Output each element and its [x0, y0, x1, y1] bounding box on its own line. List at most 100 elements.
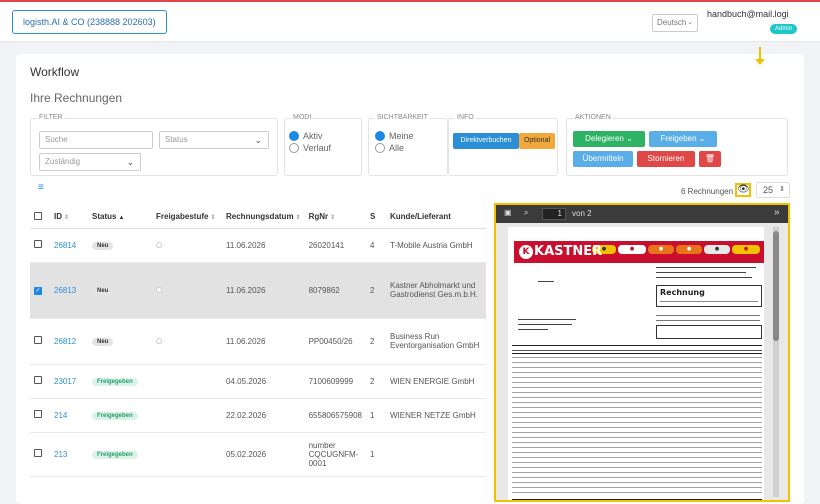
delegieren-button[interactable]: Delegieren ⌄ [573, 131, 645, 147]
row-status: Freigegeben [88, 364, 152, 399]
delete-button[interactable]: 🗑 [699, 151, 721, 167]
invoice-table: ID ⇕ Status ▲ Freigabestufe ⇕ Rechnungsdatu… [30, 206, 486, 477]
row-freigabestufe[interactable] [152, 262, 222, 319]
table-row[interactable]: 23017 Freigegeben 04.05.2026 7100609999 … [30, 364, 486, 399]
modi-group: MODI Aktiv Verlauf [284, 114, 362, 176]
direktverbuchen-badge: Direktverbuchen [453, 133, 519, 149]
row-id-link[interactable]: 214 [50, 398, 88, 433]
radio-unchecked-icon [289, 143, 299, 153]
row-checkbox[interactable] [30, 398, 50, 433]
row-id-link[interactable]: 23017 [50, 364, 88, 399]
checkbox-icon [34, 336, 42, 344]
column-header-kunde[interactable]: Kunde/Lieferant [385, 206, 486, 229]
column-header-s[interactable]: S [365, 206, 386, 229]
radio-alle[interactable]: Alle [375, 143, 404, 153]
chevron-down-icon: ⌄ [126, 157, 134, 167]
zustaendig-select[interactable]: Zuständig ⌄ [39, 153, 141, 171]
row-checkbox[interactable] [30, 432, 50, 477]
page-title: Workflow [30, 65, 80, 79]
radio-label: Aktiv [303, 131, 323, 141]
radio-verlauf[interactable]: Verlauf [289, 143, 331, 153]
per-page-select[interactable]: 25 ⇕ [756, 182, 790, 198]
status-badge: Neu [92, 338, 114, 346]
row-rgnr: 655806575908 [304, 398, 366, 433]
row-kunde [385, 432, 486, 477]
status-select[interactable]: Status ⌄ [159, 131, 269, 149]
row-checkbox[interactable]: ✓ [30, 262, 50, 319]
radio-meine[interactable]: Meine [375, 131, 414, 141]
sidebar-toggle-icon[interactable]: ▣ [504, 208, 512, 217]
invoice-count: 6 Rechnungen [681, 187, 734, 196]
select-all-header[interactable] [30, 206, 50, 229]
scrollbar-thumb[interactable] [773, 231, 779, 341]
user-email[interactable]: handbuch@mail.logi [707, 9, 789, 19]
radio-checked-icon [289, 131, 299, 141]
pdf-page: ● ● ● ● ● ● K KASTNER Rechnung [508, 227, 764, 500]
annotation-arrow-line [759, 47, 761, 59]
per-page-value: 25 [763, 185, 774, 195]
search-icon[interactable]: ⌕ [524, 208, 528, 218]
checkbox-icon [34, 410, 42, 418]
row-freigabestufe[interactable] [152, 228, 222, 263]
column-menu-icon[interactable]: ≡ [38, 182, 44, 193]
language-value: Deutsch [657, 18, 687, 27]
text-line [656, 272, 746, 273]
checkbox-icon [34, 211, 42, 220]
company-selector-button[interactable]: logisth.AI & CO (238888 202603) [12, 10, 167, 34]
row-id-link[interactable]: 26814 [50, 228, 88, 263]
text-line [660, 301, 758, 302]
row-kunde: WIENER NETZE GmbH [385, 398, 486, 433]
freigeben-button[interactable]: Freigeben ⌄ [649, 131, 717, 147]
table-row[interactable]: 213 Freigegeben 05.02.2026 number CQCUGN… [30, 432, 486, 477]
radio-aktiv[interactable]: Aktiv [289, 131, 323, 141]
status-placeholder: Status [165, 135, 188, 144]
chevron-down-icon: ⌄ [626, 134, 633, 143]
role-badge: Admin [770, 24, 798, 34]
top-bar: logisth.AI & CO (238888 202603) Deutsch … [0, 0, 820, 42]
row-s: 1 [365, 432, 386, 477]
stornieren-button[interactable]: Stornieren [637, 151, 695, 167]
row-checkbox[interactable] [30, 318, 50, 365]
partner-logo: ● [676, 245, 702, 254]
language-select[interactable]: Deutsch ⌄ [652, 14, 698, 32]
row-freigabestufe[interactable] [152, 318, 222, 365]
radio-unchecked-icon [156, 241, 162, 248]
table-row[interactable]: 26814 Neu 11.06.2026 26020141 4 T-Mobile… [30, 228, 486, 263]
text-line [656, 267, 756, 268]
status-badge: Neu [92, 287, 114, 295]
table-row[interactable]: 26812 Neu 11.06.2026 PP00450/26 2 Busine… [30, 318, 486, 365]
column-header-id[interactable]: ID ⇕ [50, 206, 88, 229]
row-id-link[interactable]: 26813 [50, 262, 88, 319]
pdf-scrollbar[interactable] [773, 227, 779, 497]
column-header-status[interactable]: Status ▲ [88, 206, 152, 229]
table-row[interactable]: ✓ 26813 Neu 11.06.2026 8079862 2 Kastner… [30, 262, 486, 319]
row-id-link[interactable]: 26812 [50, 318, 88, 365]
row-s: 2 [365, 318, 386, 365]
modi-legend: MODI [291, 114, 314, 121]
column-header-rgnr[interactable]: RgNr ⇕ [304, 206, 366, 229]
info-legend: INFO [455, 114, 476, 121]
row-s: 2 [365, 364, 386, 399]
row-s: 1 [365, 398, 386, 433]
row-rgnr: 8079862 [304, 262, 366, 319]
more-tools-icon[interactable]: » [774, 207, 780, 218]
address-line [518, 319, 576, 320]
table-row[interactable]: 214 Freigegeben 22.02.2026 655806575908 … [30, 398, 486, 433]
page-number-input[interactable]: 1 [542, 208, 566, 220]
column-header-rechnungsdatum[interactable]: Rechnungsdatum ⇕ [222, 206, 305, 229]
row-id-link[interactable]: 213 [50, 432, 88, 477]
aktionen-group: AKTIONEN Delegieren ⌄ Freigeben ⌄ Übermi… [566, 114, 788, 176]
table-rule [512, 353, 762, 354]
uebermitteln-button[interactable]: Übermitteln [573, 151, 633, 167]
preview-toggle-button[interactable]: 👁 [735, 183, 751, 197]
radio-unchecked-icon [375, 143, 385, 153]
checkbox-icon [34, 376, 42, 384]
filter-group: FILTER Suche Status ⌄ Zuständig ⌄ [30, 114, 278, 176]
kastner-k-icon: K [519, 245, 533, 259]
table-header-row: ID ⇕ Status ▲ Freigabestufe ⇕ Rechnungsdatu… [30, 206, 486, 229]
checkbox-icon [34, 449, 42, 457]
column-header-freigabestufe[interactable]: Freigabestufe ⇕ [152, 206, 222, 229]
search-input[interactable]: Suche [39, 131, 153, 149]
row-checkbox[interactable] [30, 364, 50, 399]
row-checkbox[interactable] [30, 228, 50, 263]
